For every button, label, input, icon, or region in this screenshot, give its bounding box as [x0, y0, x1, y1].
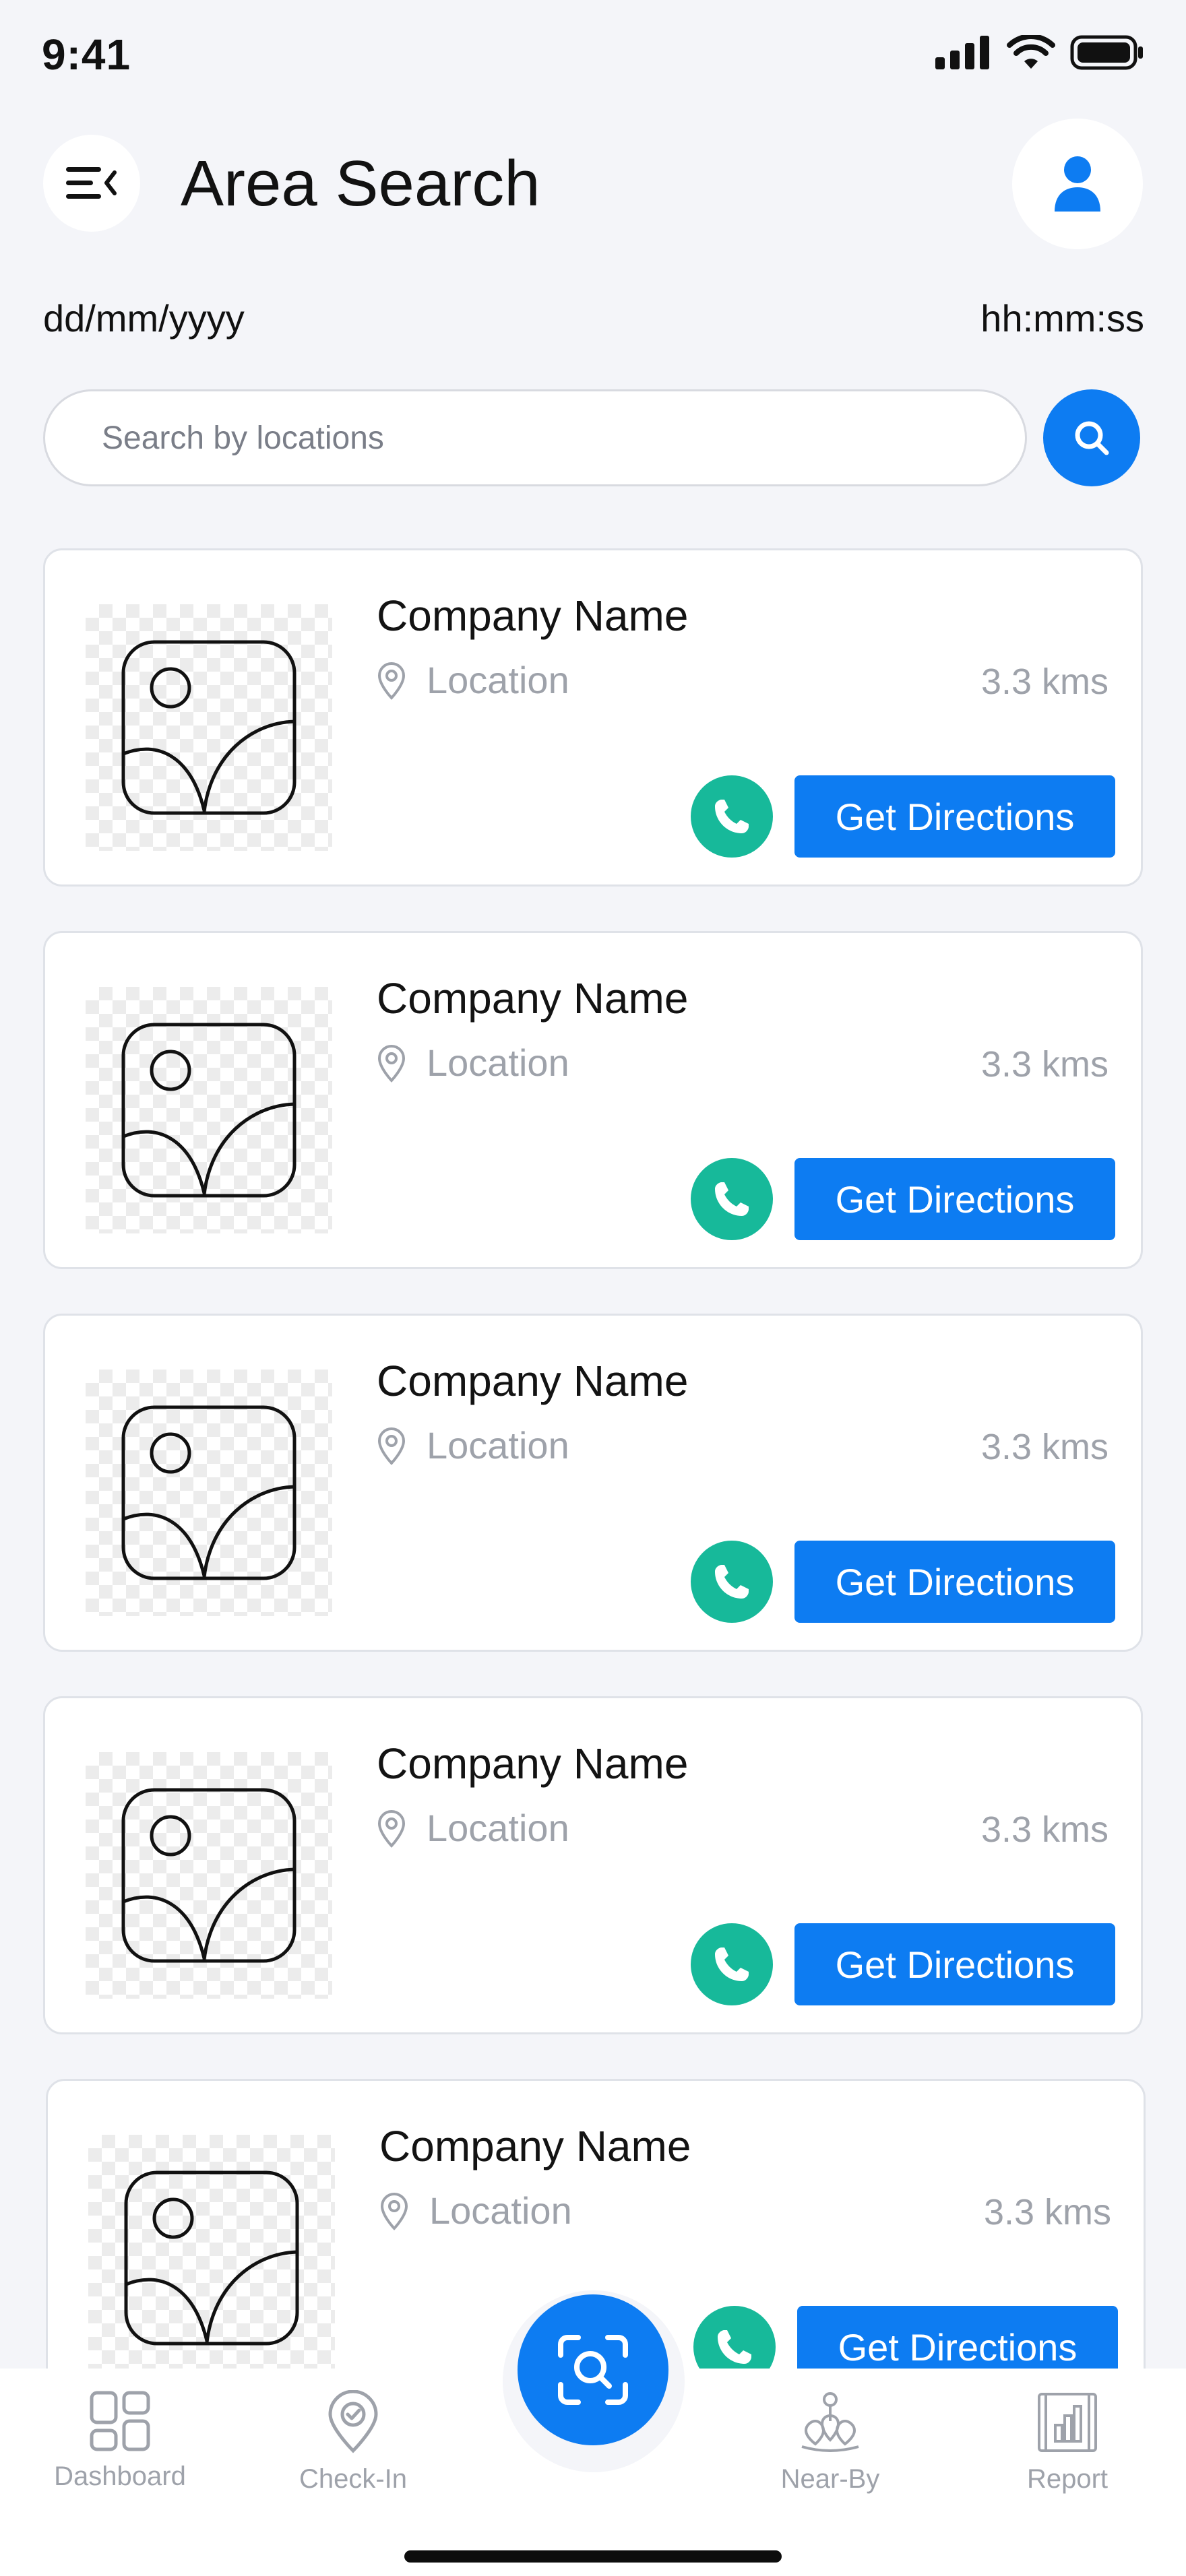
location-pin-icon [377, 1044, 406, 1083]
get-directions-button[interactable]: Get Directions [794, 1923, 1115, 2005]
phone-icon [718, 2330, 751, 2364]
company-image-placeholder [86, 1370, 332, 1616]
wifi-icon [1007, 35, 1055, 69]
nav-item-check-in[interactable]: Check-In [279, 2390, 427, 2494]
image-placeholder-icon [121, 1788, 296, 1963]
nav-label-check-in: Check-In [299, 2464, 408, 2494]
location-text: Location [427, 1041, 569, 1084]
company-name: Company Name [377, 974, 689, 1023]
scan-search-icon [558, 2335, 628, 2405]
profile-button[interactable] [1012, 119, 1143, 249]
near-by-icon [801, 2392, 859, 2452]
nav-item-near-by[interactable]: Near-By [756, 2390, 904, 2494]
phone-icon [715, 800, 749, 833]
company-image-placeholder [86, 987, 332, 1233]
location-text: Location [429, 2189, 572, 2232]
company-card[interactable]: Company Name Location 3.3 kms Get Direct… [43, 1696, 1143, 2034]
menu-button[interactable] [43, 135, 140, 232]
image-placeholder-icon [121, 1405, 296, 1580]
company-name: Company Name [377, 1739, 689, 1788]
company-card[interactable]: Company Name Location 3.3 kms Get Direct… [43, 931, 1143, 1269]
nav-label-report: Report [1026, 2464, 1109, 2494]
check-in-pin-icon [328, 2390, 378, 2453]
get-directions-button[interactable]: Get Directions [794, 775, 1115, 858]
dashboard-icon [90, 2391, 150, 2451]
location-row: Location [377, 658, 569, 702]
nav-item-report[interactable]: Report [993, 2390, 1142, 2494]
distance-text: 3.3 kms [980, 1809, 1109, 1850]
image-placeholder-icon [121, 640, 296, 815]
status-icons [935, 35, 1144, 70]
scan-button[interactable] [518, 2294, 668, 2445]
page-title: Area Search [181, 148, 540, 220]
call-button[interactable] [691, 1158, 773, 1240]
distance-text: 3.3 kms [983, 2192, 1111, 2232]
search-input[interactable] [100, 418, 1025, 457]
location-text: Location [427, 1424, 569, 1467]
location-row: Location [377, 1041, 569, 1085]
company-card[interactable]: Company Name Location 3.3 kms Get Direct… [43, 1314, 1143, 1652]
home-indicator [404, 2550, 782, 2563]
distance-text: 3.3 kms [980, 1427, 1109, 1467]
status-time: 9:41 [42, 30, 131, 79]
distance-text: 3.3 kms [980, 662, 1109, 702]
get-directions-button[interactable]: Get Directions [794, 1541, 1115, 1623]
company-name: Company Name [377, 591, 689, 640]
company-image-placeholder [86, 604, 332, 851]
company-name: Company Name [377, 1357, 689, 1405]
image-placeholder-icon [121, 1023, 296, 1198]
distance-text: 3.3 kms [980, 1044, 1109, 1085]
nav-item-dashboard[interactable]: Dashboard [46, 2390, 194, 2492]
date-display: dd/mm/yyyy [43, 297, 245, 340]
report-icon [1038, 2393, 1097, 2452]
phone-icon [715, 1947, 749, 1981]
location-pin-icon [380, 2192, 408, 2230]
user-icon [1055, 156, 1100, 212]
location-text: Location [427, 1807, 569, 1849]
get-directions-button[interactable]: Get Directions [794, 1158, 1115, 1240]
call-button[interactable] [691, 1541, 773, 1623]
phone-icon [715, 1182, 749, 1216]
cellular-signal-icon [935, 36, 989, 69]
search-button[interactable] [1043, 389, 1140, 486]
call-button[interactable] [691, 1923, 773, 2005]
location-row: Location [379, 2189, 572, 2232]
location-text: Location [427, 659, 569, 701]
location-row: Location [377, 1423, 569, 1467]
nav-label-near-by: Near-By [780, 2464, 880, 2494]
location-pin-icon [377, 662, 406, 700]
company-image-placeholder [86, 1752, 332, 1999]
company-name: Company Name [379, 2122, 691, 2170]
call-button[interactable] [691, 775, 773, 858]
nav-label-dashboard: Dashboard [54, 2461, 186, 2491]
location-row: Location [377, 1806, 569, 1850]
image-placeholder-icon [124, 2170, 299, 2346]
location-pin-icon [377, 1809, 406, 1848]
time-display: hh:mm:ss [980, 297, 1144, 340]
location-pin-icon [377, 1427, 406, 1465]
search-icon [1075, 421, 1109, 455]
search-field[interactable] [43, 389, 1027, 486]
battery-icon [1070, 35, 1143, 70]
phone-icon [715, 1565, 749, 1599]
company-image-placeholder [88, 2135, 335, 2381]
menu-collapse-icon [66, 167, 117, 199]
company-card[interactable]: Company Name Location 3.3 kms Get Direct… [43, 548, 1143, 887]
